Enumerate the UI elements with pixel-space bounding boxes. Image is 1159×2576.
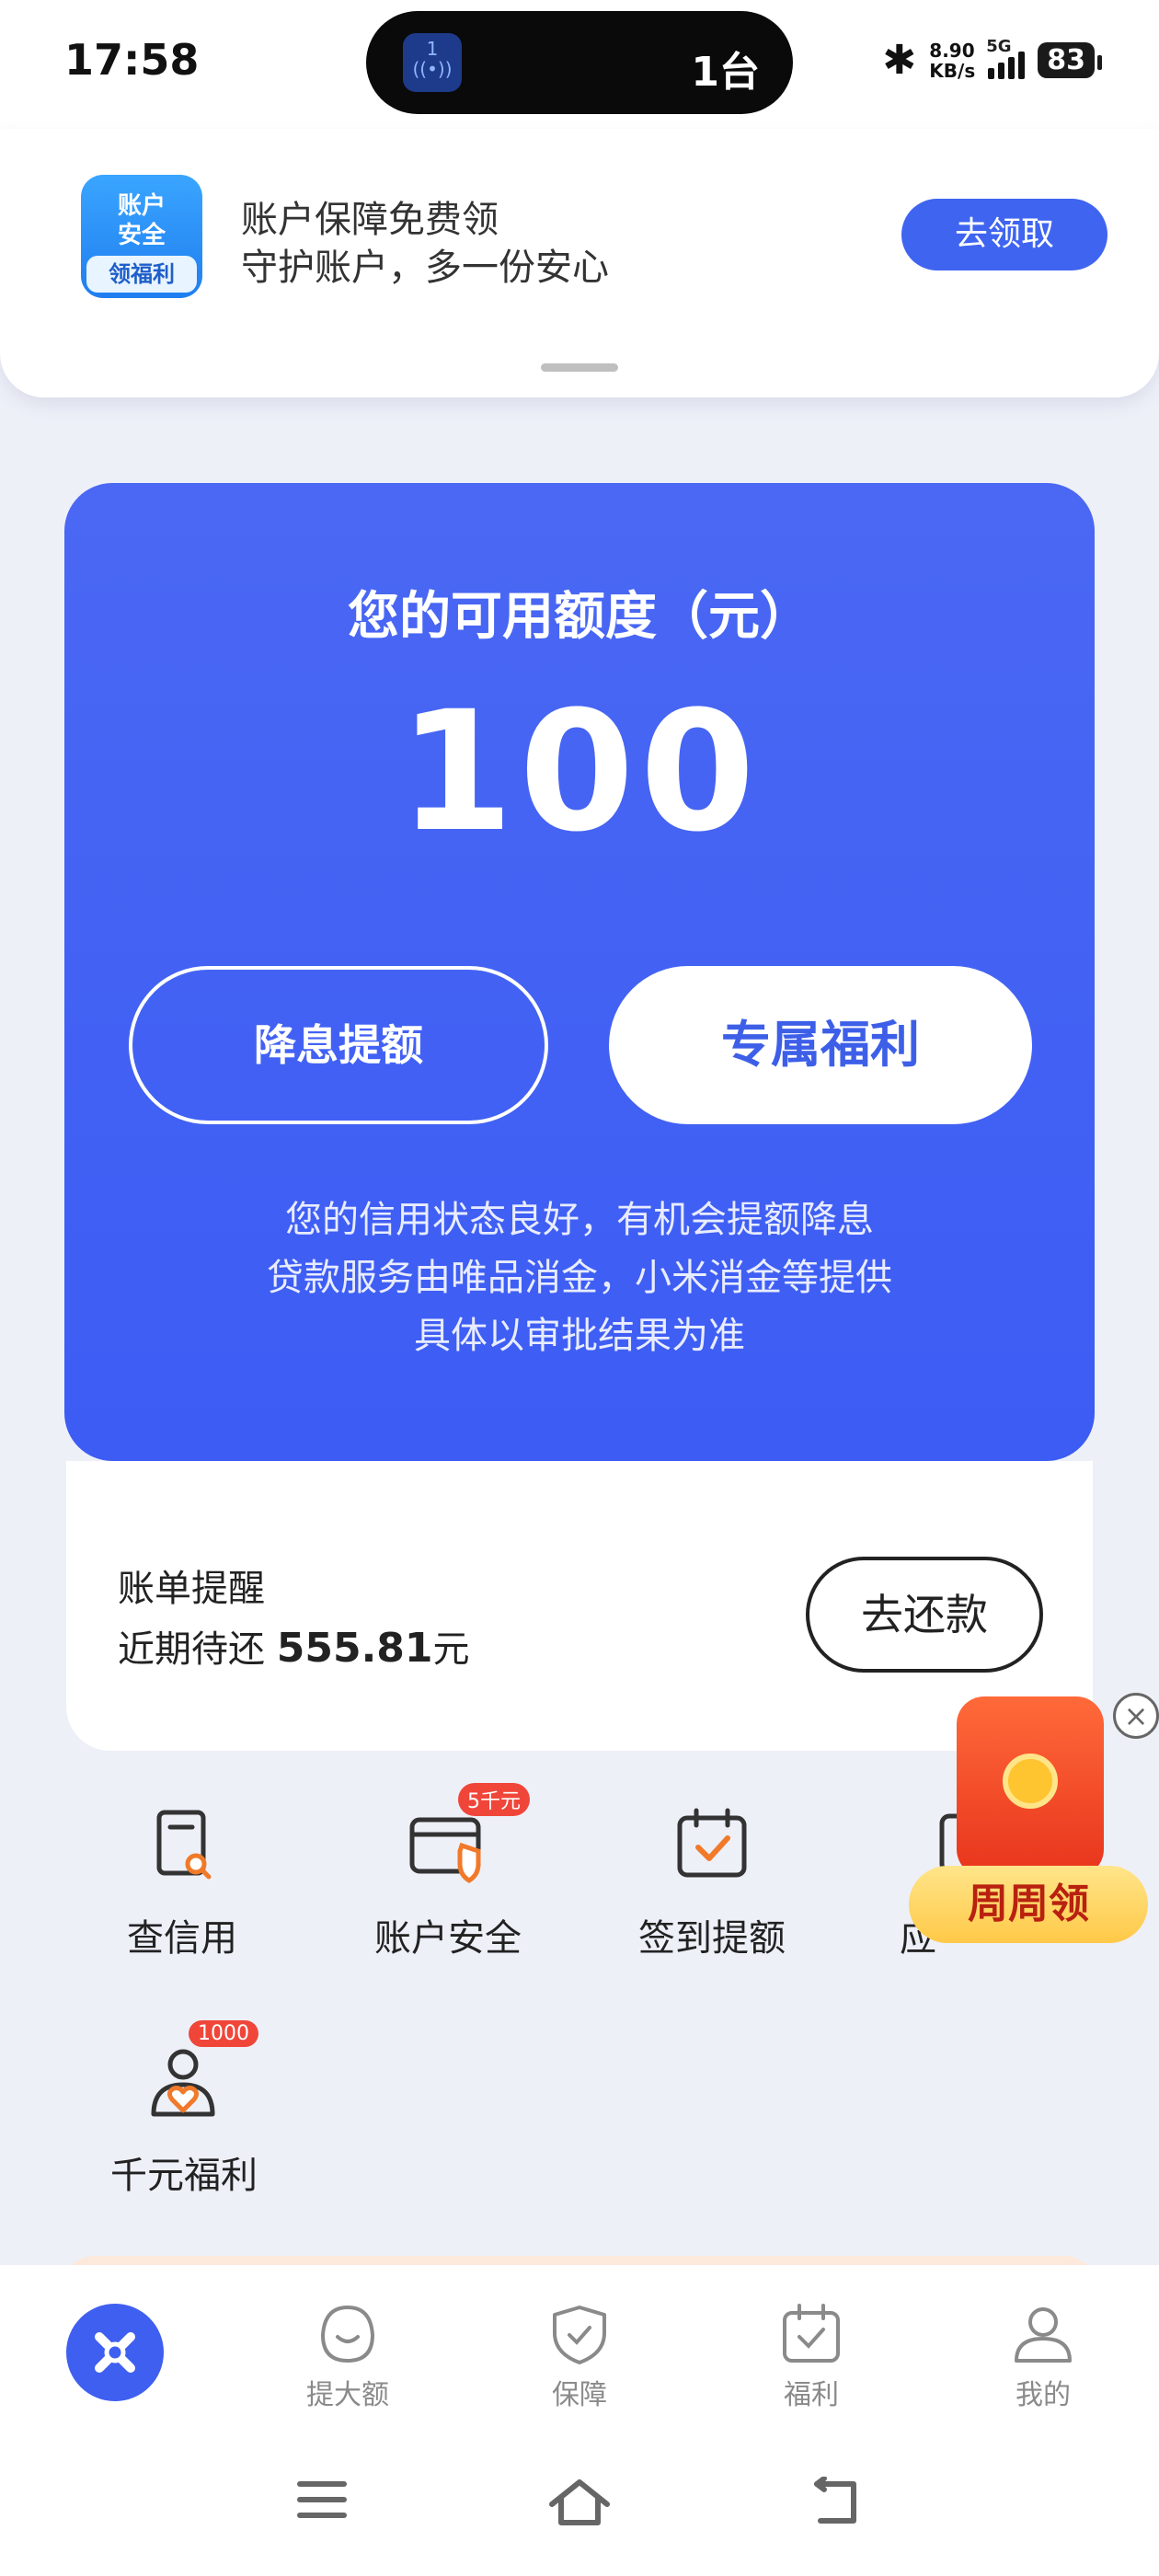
dynamic-island[interactable]: 1 ((•)) 1台 [366,11,793,114]
bill-due-amount: 555.81 [276,1625,433,1672]
back-icon[interactable] [808,2476,863,2532]
quick-item-checkin[interactable]: 签到提额 [629,1803,795,1961]
calendar-check-icon [671,1803,753,1886]
status-time: 17:58 [64,35,200,85]
home-icon[interactable] [546,2477,613,2532]
card-shield-icon: 5千元 [407,1783,530,1886]
envelope-seal [1003,1754,1058,1809]
quick-item-label: 千元福利 [110,2155,258,2197]
person-icon [1011,2302,1075,2366]
network-type: 5G [986,36,1012,56]
shield-check-icon [547,2302,612,2366]
nav-item-mine[interactable]: 我的 [960,2302,1126,2412]
quick-item-account-security[interactable]: 5千元 账户安全 [361,1783,535,1961]
menu-icon[interactable] [294,2477,350,2526]
red-envelope-promo[interactable]: × 周周领 [909,1693,1159,1950]
bottom-nav: 提大额 保障 福利 我的 [0,2265,1159,2576]
quick-item-thousand-benefit[interactable]: 1000 千元福利 [101,2020,267,2199]
bluetooth-icon: ✱ [882,37,917,84]
battery-icon: 83 [1038,42,1102,78]
credit-note: 您的信用状态良好，有机会提额降息 贷款服务由唯品消金，小米消金等提供 具体以审批… [64,1191,1095,1365]
quick-item-label: 账户安全 [374,1917,522,1960]
nav-label: 福利 [784,2379,839,2411]
credit-note-line: 具体以审批结果为准 [414,1315,745,1357]
quick-item-label: 查信用 [127,1917,237,1960]
home-logo-icon[interactable] [66,2304,164,2401]
credit-amount: 100 [398,676,761,868]
quick-item-label: 签到提额 [638,1917,786,1960]
net-speed-unit: KB/s [929,59,976,82]
credit-report-icon [141,1803,224,1886]
repay-button[interactable]: 去还款 [806,1557,1043,1673]
user-heart-icon: 1000 [143,2020,258,2123]
island-badge: 1 [426,38,439,60]
nav-label: 保障 [552,2379,607,2411]
red-envelope-icon [957,1696,1104,1877]
quick-item-credit-check[interactable]: 查信用 [109,1803,256,1961]
claim-button[interactable]: 去领取 [901,199,1107,270]
close-icon[interactable]: × [1113,1693,1159,1739]
credit-note-line: 您的信用状态良好，有机会提额降息 [285,1199,874,1241]
broadcast-icon: 1 ((•)) [403,33,462,92]
promo-label: 周周领 [909,1866,1148,1943]
promo-notification[interactable]: 账户 安全 领福利 账户保障免费领 守护账户，多一份安心 去领取 [0,129,1159,397]
bill-title: 账单提醒 [118,1568,265,1610]
nav-label: 我的 [1016,2379,1071,2411]
logo-tag: 领福利 [86,256,197,293]
signal-icon: 5G [986,37,1026,79]
bill-due-unit: 元 [432,1628,470,1671]
lower-rate-raise-limit-button[interactable]: 降息提额 [129,966,548,1124]
credit-limit-card: 您的可用额度（元） 100 降息提额 专属福利 您的信用状态良好，有机会提额降息… [64,483,1095,1461]
calendar-check-icon [779,2302,843,2366]
quick-item-badge: 5千元 [458,1783,530,1816]
island-text: 1台 [691,49,760,96]
status-bar: 17:58 1 ((•)) 1台 ✱ 8.90 KB/s 5G 83 [0,0,1159,129]
drag-handle[interactable] [541,363,618,372]
logo-title: 账户 安全 [117,192,166,249]
bill-due-label: 近期待还 [118,1628,277,1671]
nav-label: 提大额 [306,2379,389,2411]
nav-item-benefits[interactable]: 福利 [729,2302,894,2412]
nav-item-protection[interactable]: 保障 [497,2302,662,2412]
exclusive-benefits-button[interactable]: 专属福利 [609,966,1032,1124]
notification-title: 账户保障免费领 [241,199,499,241]
smile-icon [316,2302,380,2366]
credit-note-line: 贷款服务由唯品消金，小米消金等提供 [267,1257,892,1299]
net-speed: 8.90 KB/s [929,40,975,81]
bill-due: 近期待还 555.81元 [118,1619,470,1673]
quick-item-badge: 1000 [189,2020,258,2047]
credit-title: 您的可用额度（元） [348,587,811,647]
nav-item-raise-limit[interactable]: 提大额 [265,2302,430,2412]
account-security-logo: 账户 安全 领福利 [81,175,202,298]
net-speed-value: 8.90 [929,39,975,62]
notification-subtitle: 守护账户，多一份安心 [241,247,609,289]
status-indicators: ✱ 8.90 KB/s 5G 83 [882,37,1102,84]
